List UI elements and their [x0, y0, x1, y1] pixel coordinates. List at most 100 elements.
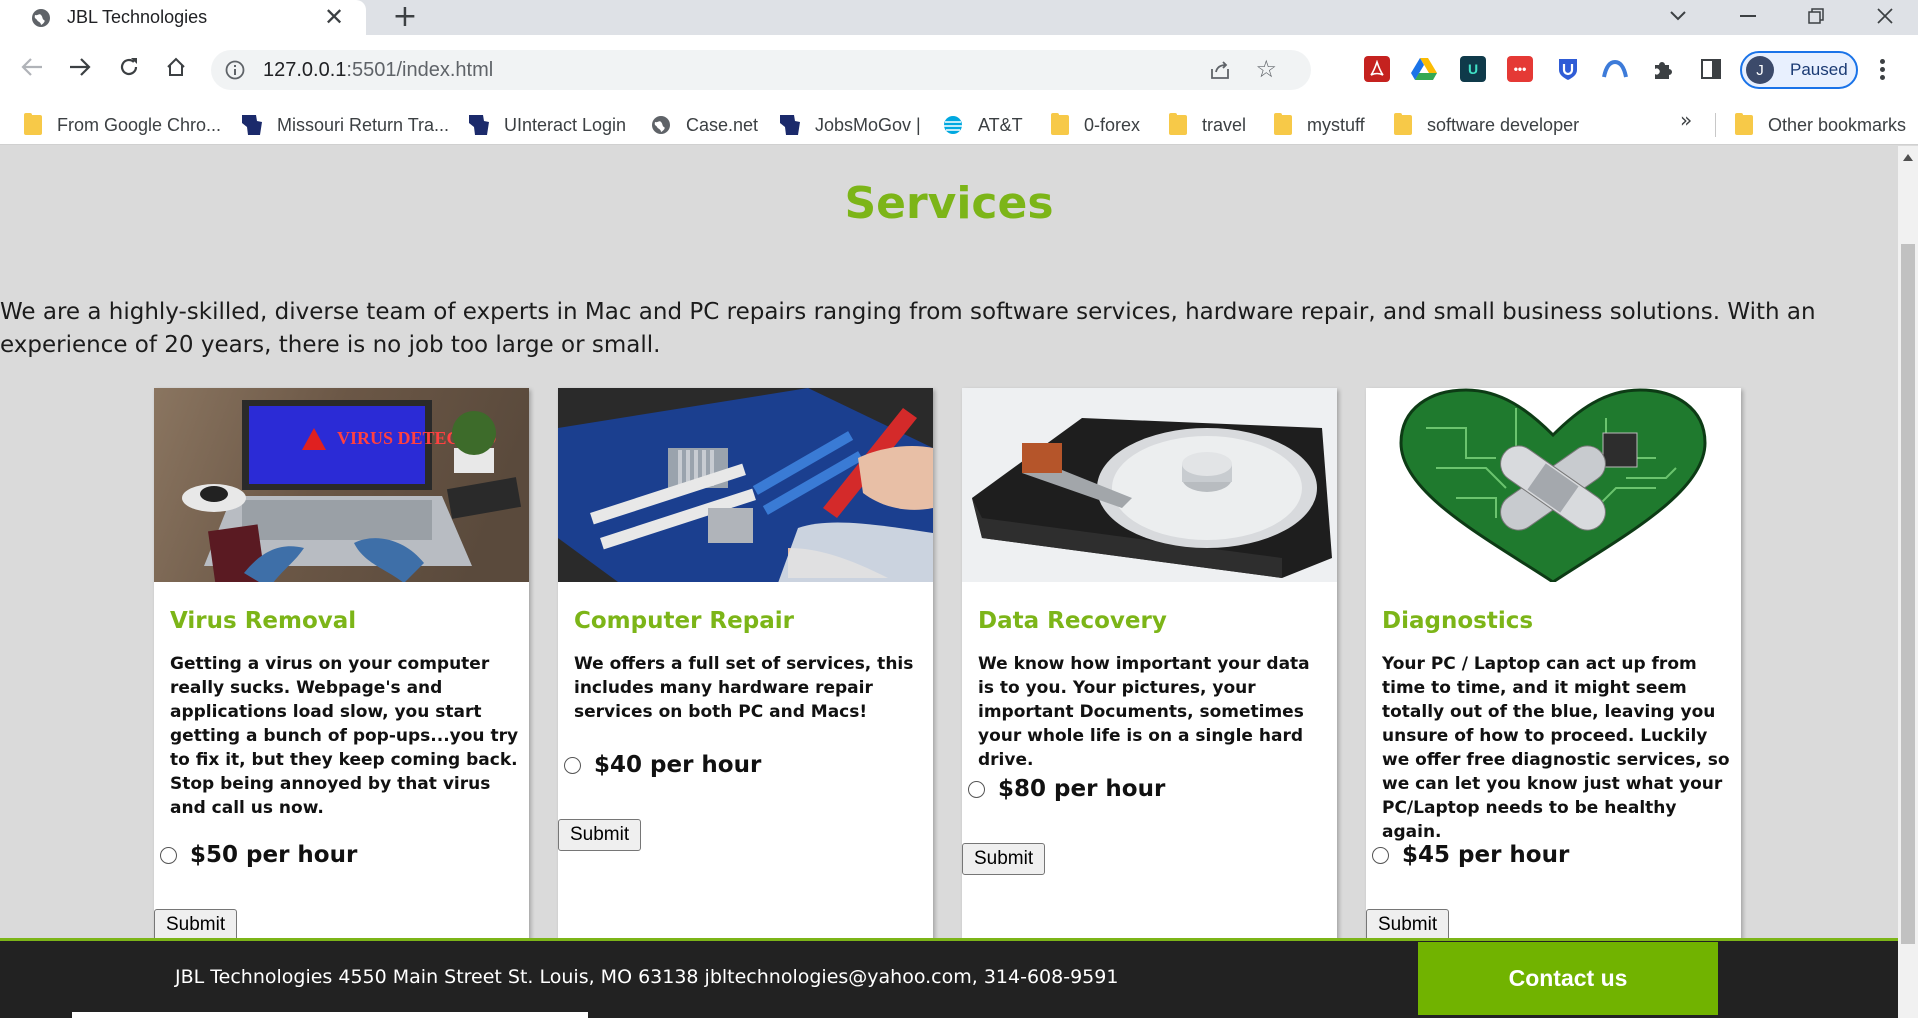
footer-address: JBL Technologies 4550 Main Street St. Lo…	[175, 966, 1119, 988]
bookmark-travel[interactable]: travel	[1169, 105, 1246, 145]
contact-us-button[interactable]: Contact us	[1418, 942, 1718, 1015]
bookmark-uinteract-login[interactable]: UInteract Login	[469, 105, 626, 145]
circuit-heart-bandage-image	[1366, 388, 1741, 582]
bookmark-software-developer[interactable]: software developer	[1394, 105, 1579, 145]
price-option-40[interactable]: $40 per hour	[564, 752, 761, 778]
bookmark-missouri-return[interactable]: Missouri Return Tra...	[242, 105, 449, 145]
bookmark-label: Case.net	[686, 114, 759, 135]
profile-button[interactable]: J Paused	[1740, 51, 1858, 89]
hard-drive-image	[962, 388, 1337, 582]
tab-strip: JBL Technologies ✕ +	[0, 0, 1918, 35]
bookmark-label: Other bookmarks	[1768, 114, 1907, 135]
site-footer: JBL Technologies 4550 Main Street St. Lo…	[0, 938, 1898, 1018]
folder-icon	[24, 113, 42, 135]
dots-extension-icon[interactable]: •••	[1507, 56, 1533, 82]
price-label: $40 per hour	[594, 752, 762, 778]
submit-button[interactable]: Submit	[154, 909, 238, 941]
card-title: Virus Removal	[170, 608, 357, 634]
bookmark-label: 0-forex	[1084, 114, 1141, 135]
submit-button[interactable]: Submit	[962, 843, 1046, 875]
service-card-diagnostics: Diagnostics Your PC / Laptop can act up …	[1366, 388, 1741, 948]
restore-icon[interactable]	[1793, 0, 1839, 32]
missouri-icon	[780, 115, 800, 135]
price-radio[interactable]	[968, 780, 985, 798]
side-panel-icon[interactable]	[1698, 56, 1724, 82]
service-card-virus-removal: VIRUS DETECTED Virus Removal Getting a v…	[154, 388, 529, 948]
url-text: 127.0.0.1:5501/index.html	[263, 59, 493, 82]
home-icon[interactable]	[162, 53, 190, 81]
price-option-45[interactable]: $45 per hour	[1372, 842, 1569, 868]
bookmarks-overflow-chevron[interactable]: »	[1680, 108, 1692, 132]
laptop-virus-detected-image: VIRUS DETECTED	[154, 388, 529, 582]
scrollbar-thumb[interactable]	[1901, 244, 1915, 944]
avatar: J	[1746, 56, 1774, 84]
card-description: Getting a virus on your computer really …	[170, 654, 519, 818]
close-window-icon[interactable]	[1862, 0, 1908, 32]
missouri-icon	[242, 115, 262, 135]
submit-button[interactable]: Submit	[1366, 909, 1450, 941]
bookmark-label: Missouri Return Tra...	[277, 114, 450, 135]
bookmarks-divider	[1715, 113, 1716, 137]
card-description: We know how important your data is to yo…	[978, 654, 1310, 770]
price-option-50[interactable]: $50 per hour	[160, 842, 357, 868]
browser-tab[interactable]: JBL Technologies ✕	[0, 0, 366, 35]
minimize-icon[interactable]	[1725, 0, 1771, 32]
address-bar[interactable]: 127.0.0.1:5501/index.html ☆	[211, 50, 1311, 90]
drive-extension-icon[interactable]	[1411, 56, 1437, 82]
close-tab-icon[interactable]: ✕	[322, 5, 346, 29]
service-card-computer-repair: Computer Repair We offers a full set of …	[558, 388, 933, 948]
card-description: We offers a full set of services, this i…	[574, 654, 914, 722]
card-title: Data Recovery	[978, 608, 1167, 634]
reload-icon[interactable]	[115, 53, 143, 81]
missouri-icon	[469, 115, 489, 135]
share-icon[interactable]	[1209, 59, 1231, 81]
bookmark-att[interactable]: AT&T	[943, 105, 1023, 145]
bookmark-label: From Google Chro...	[57, 114, 222, 135]
globe-icon	[651, 115, 671, 135]
u-extension-icon[interactable]: U	[1460, 56, 1486, 82]
bookmark-label: AT&T	[978, 114, 1023, 135]
bookmark-other-bookmarks[interactable]: Other bookmarks	[1735, 105, 1906, 145]
folder-icon	[1051, 113, 1069, 135]
shield-u-extension-icon[interactable]	[1555, 56, 1581, 82]
price-option-80[interactable]: $80 per hour	[968, 776, 1165, 802]
page-title: Services	[844, 178, 1054, 229]
bookmark-mystuff[interactable]: mystuff	[1274, 105, 1365, 145]
back-arrow-icon[interactable]	[18, 53, 46, 81]
url-path: :5501/index.html	[346, 59, 494, 81]
tab-search-chevron-icon[interactable]	[1655, 0, 1701, 32]
bookmarks-bar: From Google Chro... Missouri Return Tra.…	[0, 105, 1918, 145]
folder-icon	[1274, 113, 1292, 135]
bookmark-case-net[interactable]: Case.net	[651, 105, 758, 145]
bookmark-0-forex[interactable]: 0-forex	[1051, 105, 1140, 145]
price-label: $80 per hour	[998, 776, 1166, 802]
bookmark-label: UInteract Login	[504, 114, 627, 135]
motherboard-repair-image	[558, 388, 933, 582]
folder-icon	[1735, 113, 1753, 135]
new-tab-button[interactable]: +	[390, 2, 420, 33]
submit-button[interactable]: Submit	[558, 819, 642, 851]
folder-icon	[1169, 113, 1187, 135]
menu-kebab-icon[interactable]	[1875, 57, 1889, 83]
url-host: 127.0.0.1	[263, 59, 347, 81]
page-scrollbar[interactable]	[1898, 146, 1918, 1018]
arch-extension-icon[interactable]	[1602, 56, 1628, 82]
page-viewport: Services We are a highly-skilled, divers…	[0, 146, 1898, 1018]
scroll-up-arrow-icon[interactable]	[1903, 154, 1913, 161]
intro-paragraph: We are a highly-skilled, diverse team of…	[0, 299, 1816, 358]
bookmark-from-google-chrome[interactable]: From Google Chro...	[24, 105, 221, 145]
bookmark-jobsmogov[interactable]: JobsMoGov |	[780, 105, 921, 145]
price-label: $45 per hour	[1402, 842, 1570, 868]
price-radio[interactable]	[160, 846, 177, 864]
forward-arrow-icon[interactable]	[66, 53, 94, 81]
extensions-puzzle-icon[interactable]	[1650, 56, 1676, 82]
tab-title: JBL Technologies	[67, 7, 208, 27]
price-radio[interactable]	[564, 756, 581, 774]
bookmark-star-icon[interactable]: ☆	[1255, 57, 1277, 81]
pdf-extension-icon[interactable]	[1364, 56, 1390, 82]
card-title: Diagnostics	[1382, 608, 1534, 634]
bookmark-label: travel	[1202, 114, 1247, 135]
site-info-icon[interactable]	[225, 60, 245, 80]
price-radio[interactable]	[1372, 846, 1389, 864]
service-card-data-recovery: Data Recovery We know how important your…	[962, 388, 1337, 948]
